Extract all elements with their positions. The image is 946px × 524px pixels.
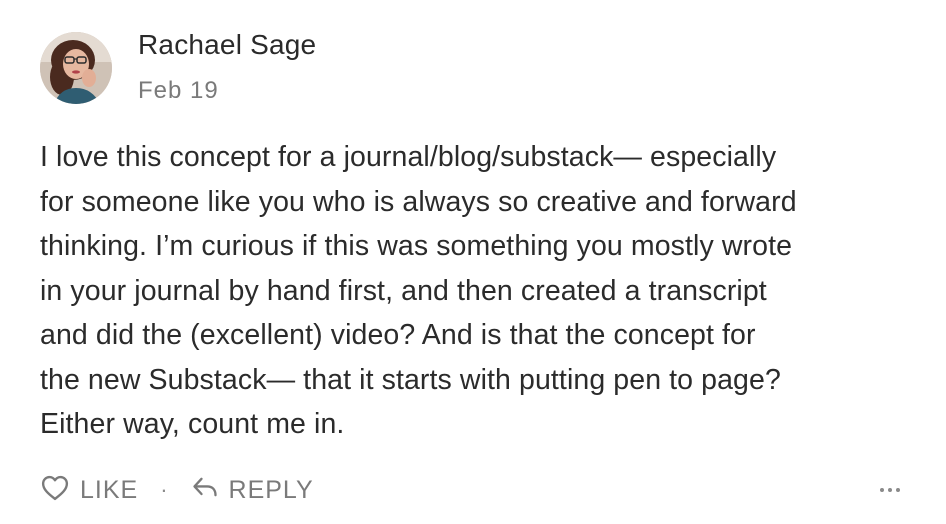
more-options-button[interactable] <box>880 472 900 508</box>
avatar[interactable] <box>40 32 112 104</box>
reply-arrow-icon <box>191 474 219 507</box>
like-button[interactable]: LIKE <box>40 473 138 508</box>
like-label: LIKE <box>80 475 139 504</box>
author-name[interactable]: Rachael Sage <box>138 28 316 62</box>
reply-label: REPLY <box>228 475 314 504</box>
comment-card: Rachael Sage Feb 19 I love this concept … <box>0 0 946 524</box>
comment-body: I love this concept for a journal/blog/s… <box>40 141 797 440</box>
comment-actions: LIKE · REPLY <box>40 472 900 508</box>
action-separator: · <box>160 477 169 502</box>
heart-outline-icon <box>40 473 70 508</box>
more-horizontal-icon <box>880 488 884 492</box>
reply-button[interactable]: REPLY <box>191 474 314 507</box>
comment-date[interactable]: Feb 19 <box>138 77 219 105</box>
avatar-photo <box>40 32 112 104</box>
